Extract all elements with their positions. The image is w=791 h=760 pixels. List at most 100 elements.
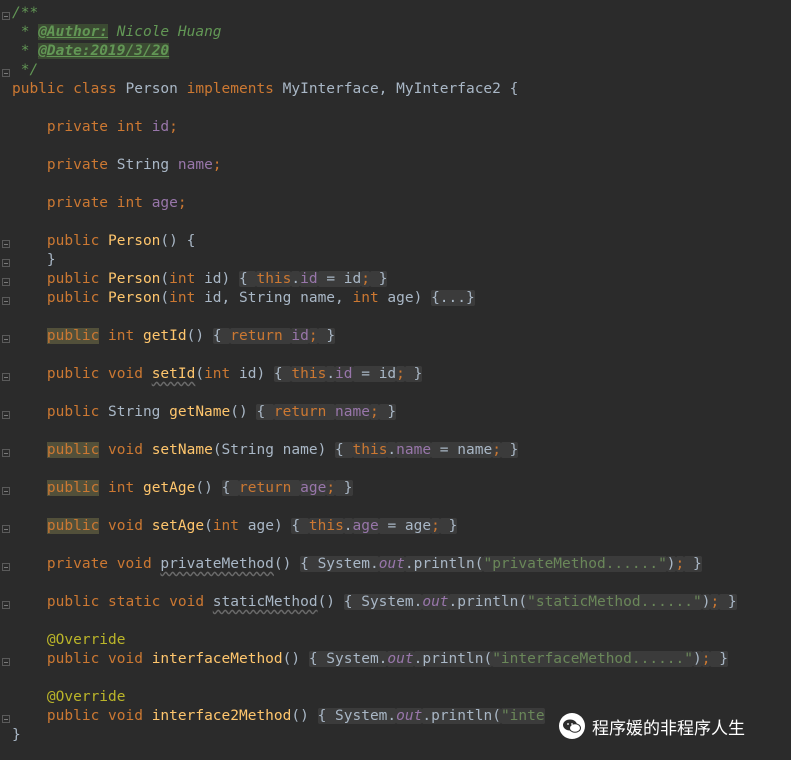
- code-token: {: [335, 442, 353, 458]
- code-line[interactable]: public int getAge() { return age; }: [12, 479, 353, 498]
- code-line[interactable]: public void interfaceMethod() { System.o…: [12, 650, 728, 669]
- code-token: }: [378, 404, 397, 420]
- code-token: { System.: [300, 556, 379, 572]
- code-token: {: [239, 271, 257, 287]
- fold-icon[interactable]: [2, 69, 10, 77]
- code-token: () {: [160, 233, 196, 249]
- code-token: = id: [317, 271, 362, 287]
- code-token: .println(: [448, 594, 528, 610]
- code-token: "inte: [500, 708, 545, 724]
- code-line[interactable]: @Override: [12, 631, 126, 650]
- code-line[interactable]: /**: [12, 4, 38, 23]
- code-token: }: [12, 727, 21, 743]
- code-line[interactable]: public class Person implements MyInterfa…: [12, 80, 518, 99]
- code-token: int: [204, 366, 239, 382]
- fold-icon[interactable]: [2, 278, 10, 286]
- watermark-text: 程序媛的非程序人生: [592, 718, 745, 739]
- code-token: age): [247, 518, 292, 534]
- code-token: public: [46, 518, 100, 534]
- code-token: .: [343, 518, 353, 534]
- code-token: (: [195, 366, 205, 382]
- fold-icon[interactable]: [2, 601, 10, 609]
- fold-icon[interactable]: [2, 525, 10, 533]
- code-token: id: [335, 366, 353, 382]
- code-token: out: [378, 556, 405, 572]
- watermark: 程序媛的非程序人生: [558, 710, 745, 742]
- code-token: .println(: [404, 556, 484, 572]
- code-editor[interactable]: /** * @Author: Nicole Huang * @Date:2019…: [0, 0, 791, 760]
- fold-icon[interactable]: [2, 240, 10, 248]
- code-line[interactable]: public Person() {: [12, 232, 195, 251]
- code-line[interactable]: public void setAge(int age) { this.age =…: [12, 517, 458, 536]
- code-token: Person: [125, 81, 187, 97]
- code-token: public: [12, 290, 109, 306]
- code-token: setId: [151, 366, 196, 382]
- code-line[interactable]: public Person(int id, String name, int a…: [12, 289, 475, 308]
- fold-icon[interactable]: [2, 411, 10, 419]
- code-line[interactable]: * @Author: Nicole Huang: [12, 23, 222, 42]
- code-token: }: [439, 518, 458, 534]
- fold-icon[interactable]: [2, 373, 10, 381]
- code-token: age: [300, 480, 327, 496]
- code-token: }: [404, 366, 423, 382]
- fold-icon[interactable]: [2, 12, 10, 20]
- fold-icon[interactable]: [2, 715, 10, 723]
- code-token: ;: [308, 328, 318, 344]
- code-token: ): [666, 556, 676, 572]
- code-token: }: [500, 442, 519, 458]
- code-token: void: [99, 442, 152, 458]
- fold-icon[interactable]: [2, 487, 10, 495]
- code-line[interactable]: public void setName(String name) { this.…: [12, 441, 519, 460]
- code-line[interactable]: */: [12, 61, 38, 80]
- code-line[interactable]: }: [12, 251, 56, 270]
- code-line[interactable]: private String name;: [12, 156, 222, 175]
- code-token: int: [99, 480, 143, 496]
- code-token: MyInterface, MyInterface2 {: [282, 81, 519, 97]
- code-line[interactable]: public String getName() { return name; }: [12, 403, 397, 422]
- code-token: @Override: [12, 689, 126, 705]
- code-line[interactable]: @Override: [12, 688, 126, 707]
- code-token: }: [317, 328, 336, 344]
- code-line[interactable]: public void setId(int id) { this.id = id…: [12, 365, 423, 384]
- code-token: = id: [352, 366, 397, 382]
- code-token: name: [335, 404, 370, 420]
- fold-icon[interactable]: [2, 259, 10, 267]
- code-line[interactable]: private int age;: [12, 194, 187, 213]
- code-token: (): [282, 651, 309, 667]
- code-token: age: [352, 518, 379, 534]
- code-token: }: [369, 271, 388, 287]
- code-token: privateMethod: [160, 556, 274, 572]
- code-line[interactable]: }: [12, 726, 21, 745]
- code-token: id: [291, 328, 309, 344]
- code-token: = age: [378, 518, 432, 534]
- code-token: (String name): [212, 442, 336, 458]
- code-line[interactable]: public void interface2Method() { System.…: [12, 707, 545, 726]
- code-line[interactable]: private void privateMethod() { System.ou…: [12, 555, 702, 574]
- code-token: *: [12, 24, 39, 40]
- fold-icon[interactable]: [2, 449, 10, 457]
- code-line[interactable]: * @Date:2019/3/20: [12, 42, 170, 61]
- fold-icon[interactable]: [2, 658, 10, 666]
- code-line[interactable]: public int getId() { return id; }: [12, 327, 336, 346]
- code-token: .: [387, 442, 397, 458]
- code-token: ;: [369, 404, 379, 420]
- code-token: int: [212, 518, 248, 534]
- code-line[interactable]: private int id;: [12, 118, 178, 137]
- code-token: .println(: [422, 708, 501, 724]
- code-token: }: [719, 594, 737, 610]
- code-token: public void: [12, 708, 152, 724]
- fold-icon[interactable]: [2, 563, 10, 571]
- code-line[interactable]: public static void staticMethod() { Syst…: [12, 593, 737, 612]
- code-token: private void: [12, 556, 161, 572]
- code-line[interactable]: public Person(int id) { this.id = id; }: [12, 270, 388, 289]
- code-token: id: [151, 119, 170, 135]
- code-token: ;: [396, 366, 405, 382]
- code-token: ;: [177, 195, 187, 211]
- fold-icon[interactable]: [2, 335, 10, 343]
- fold-icon[interactable]: [2, 297, 10, 305]
- code-token: public: [46, 442, 100, 458]
- code-token: Person: [108, 290, 161, 306]
